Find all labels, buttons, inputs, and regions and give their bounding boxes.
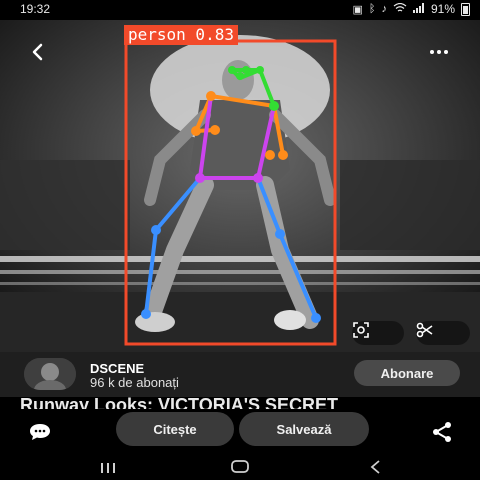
mute-icon: ♪ <box>381 3 387 15</box>
app-notification-icon: ▣ <box>352 3 363 16</box>
recent-apps-icon[interactable] <box>98 461 118 473</box>
read-button[interactable]: Citește <box>116 412 234 446</box>
cutout-button[interactable] <box>416 321 470 345</box>
status-bar: 19:32 ▣ ᛒ ♪ 91% <box>0 0 480 20</box>
home-icon[interactable] <box>230 460 250 473</box>
status-icons: ▣ ᛒ ♪ 91% <box>352 2 470 16</box>
comment-icon[interactable] <box>28 422 52 442</box>
subscribe-button[interactable]: Abonare <box>354 360 460 386</box>
signal-icon <box>412 2 425 16</box>
video-title-text: Runway Looks: VICTORIA'S SECRET <box>20 397 338 409</box>
nav-back-icon[interactable] <box>368 459 382 475</box>
system-nav-bar <box>0 455 480 480</box>
share-icon[interactable] <box>430 420 454 444</box>
video-title: Runway Looks: VICTORIA'S SECRET <box>20 397 460 409</box>
wifi-icon <box>393 2 407 16</box>
visual-search-button[interactable] <box>352 321 404 345</box>
subscriber-count: 96 k de abonați <box>90 375 179 390</box>
photo-viewer[interactable]: person 0.83 <box>0 20 480 352</box>
channel-row: DSCENE 96 k de abonați Abonare <box>0 352 480 397</box>
bluetooth-icon: ᛒ <box>368 3 376 15</box>
pose-image <box>0 20 480 352</box>
back-arrow-icon[interactable] <box>26 40 50 64</box>
action-bar: Citește Salvează <box>0 409 480 455</box>
channel-name[interactable]: DSCENE <box>90 361 144 376</box>
battery-icon <box>461 2 470 16</box>
status-time: 19:32 <box>20 2 51 16</box>
detection-label: person 0.83 <box>124 25 238 45</box>
battery-percent: 91% <box>430 2 455 16</box>
channel-avatar[interactable] <box>24 358 76 390</box>
save-button[interactable]: Salvează <box>239 412 369 446</box>
more-options-icon[interactable] <box>428 44 450 60</box>
